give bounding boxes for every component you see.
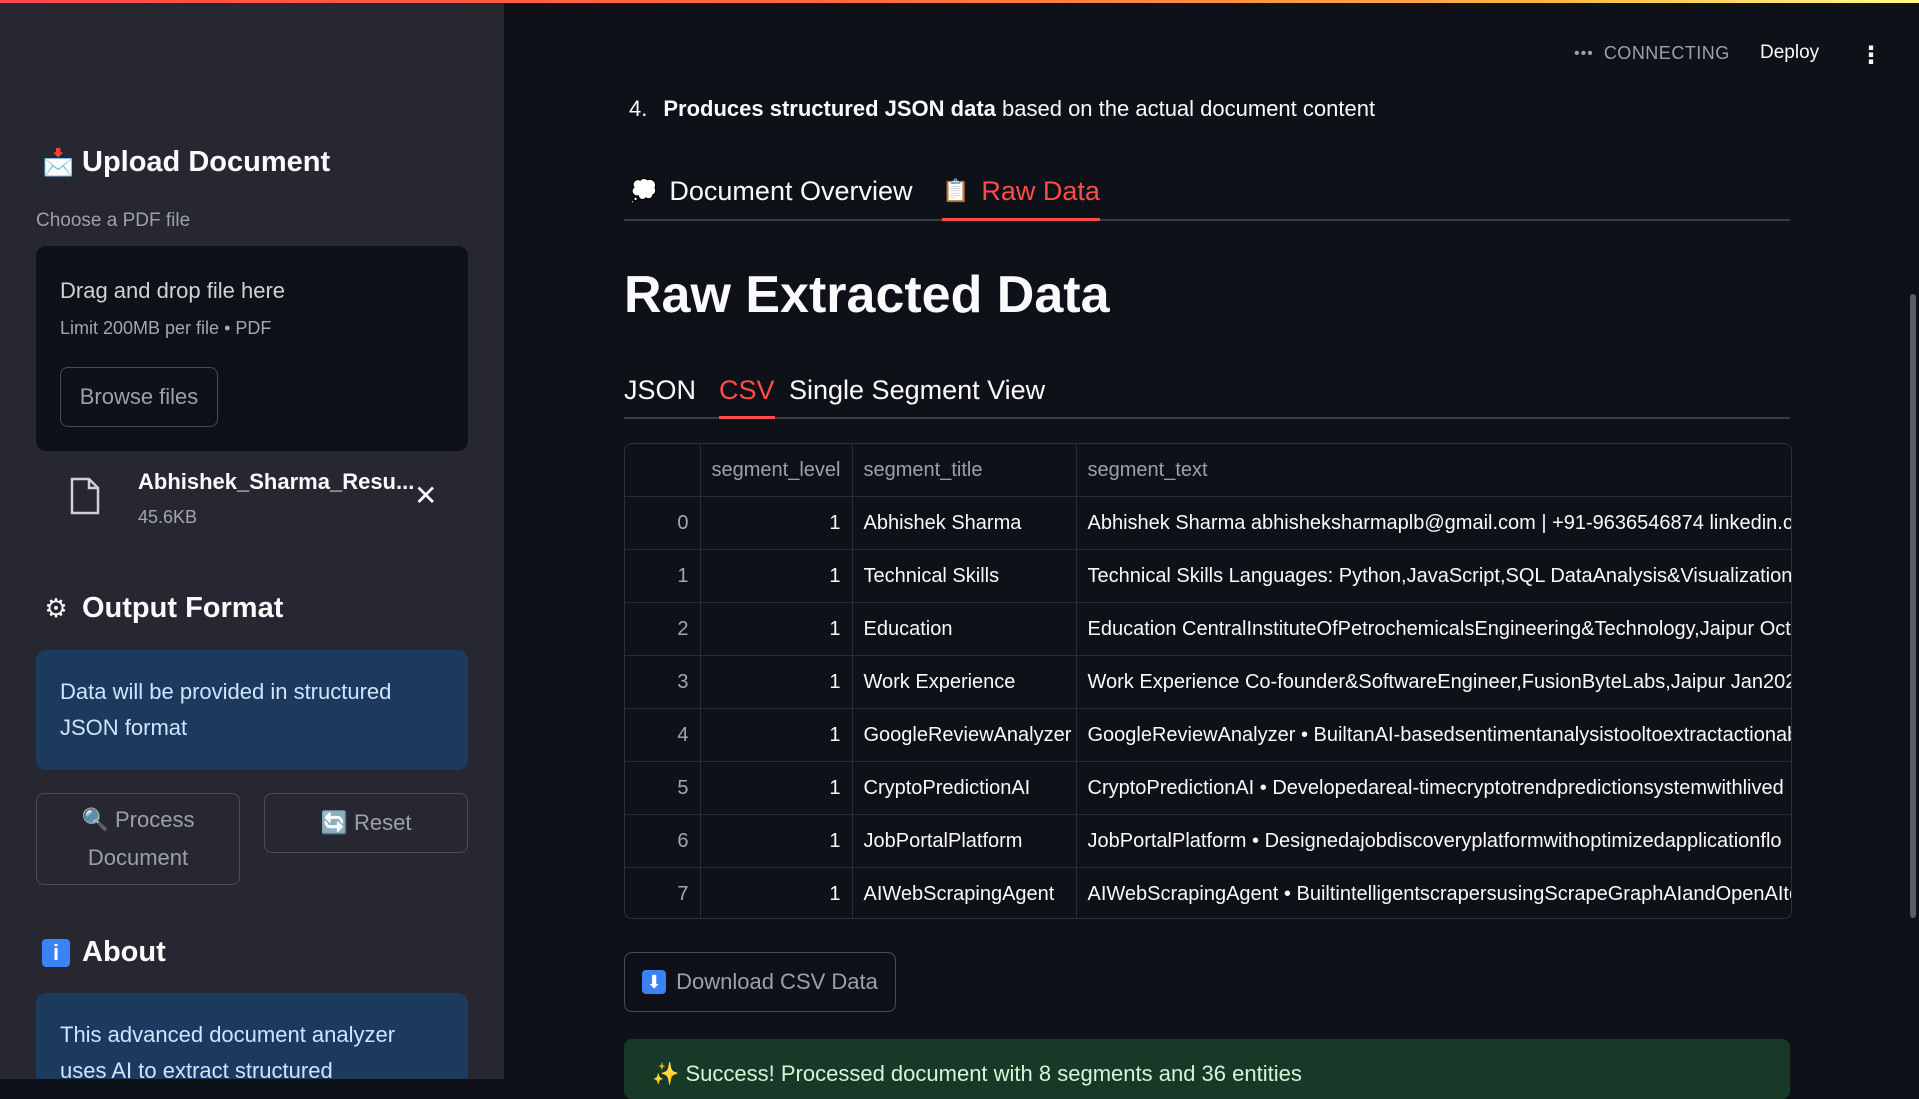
table-cell[interactable]: 1	[700, 867, 853, 918]
table-row: 6 1 JobPortalPlatform JobPortalPlatform …	[625, 814, 1791, 868]
table-cell[interactable]: GoogleReviewAnalyzer • BuiltanAI-basedse…	[1076, 708, 1791, 762]
table-row: 0 1 Abhishek Sharma Abhishek Sharma abhi…	[625, 496, 1791, 550]
download-csv-button[interactable]: ⬇ Download CSV Data	[624, 952, 896, 1012]
table-cell[interactable]: Work Experience Co-founder&SoftwareEngin…	[1076, 655, 1791, 709]
file-icon	[70, 477, 100, 515]
tab-document-overview[interactable]: 💭 Document Overview	[630, 163, 913, 219]
row-index: 3	[625, 655, 701, 709]
table-cell[interactable]: GoogleReviewAnalyzer	[852, 708, 1077, 762]
about-heading: i About	[42, 936, 166, 969]
table-cell[interactable]: Work Experience	[852, 655, 1077, 709]
column-header[interactable]: segment_text	[1076, 444, 1791, 497]
main-content: ••• CONNECTING Deploy ⋮ 4. Produces struc…	[504, 3, 1919, 1099]
uploaded-file: Abhishek_Sharma_Resu... 45.6KB ✕	[70, 469, 470, 539]
column-header	[625, 444, 701, 497]
gear-icon: ⚙	[44, 593, 68, 623]
table-row: 2 1 Education Education CentralInstitute…	[625, 602, 1791, 656]
main-tabs: 💭 Document Overview 📋 Raw Data	[624, 163, 1790, 221]
file-size: 45.6KB	[138, 507, 198, 527]
table-cell[interactable]: 1	[700, 496, 853, 550]
dropzone-title: Drag and drop file here	[60, 278, 286, 303]
table-row: 3 1 Work Experience Work Experience Co-f…	[625, 655, 1791, 709]
table-cell[interactable]: AIWebScrapingAgent • Builtintelligentscr…	[1076, 867, 1791, 918]
tab-single-segment-view[interactable]: Single Segment View	[789, 363, 1045, 417]
connection-status: ••• CONNECTING	[1574, 43, 1730, 63]
row-index: 6	[625, 814, 701, 868]
table-cell[interactable]: JobPortalPlatform • Designedajobdiscover…	[1076, 814, 1791, 868]
sidebar: 📩 Upload Document Choose a PDF file Drag…	[0, 3, 504, 1079]
table-cell[interactable]: JobPortalPlatform	[852, 814, 1077, 868]
row-index: 1	[625, 549, 701, 603]
row-index: 0	[625, 496, 701, 550]
file-name: Abhishek_Sharma_Resu...	[138, 469, 415, 494]
output-format-heading: ⚙ Output Format	[42, 592, 283, 625]
table-cell[interactable]: 1	[700, 761, 853, 815]
file-dropzone[interactable]: Drag and drop file here Limit 200MB per …	[36, 246, 468, 451]
table-header-row: segment_level segment_title segment_text	[625, 444, 1791, 497]
browse-files-button[interactable]: Browse files	[60, 367, 218, 427]
clipboard-icon: 📋	[942, 178, 970, 203]
output-info-box: Data will be provided in structured JSON…	[36, 650, 468, 770]
row-index: 7	[625, 867, 701, 918]
deploy-button[interactable]: Deploy	[1760, 42, 1819, 64]
table-row: 1 1 Technical Skills Technical Skills La…	[625, 549, 1791, 603]
tab-raw-data[interactable]: 📋 Raw Data	[942, 163, 1100, 221]
table-cell[interactable]: 1	[700, 602, 853, 656]
scrollbar-thumb[interactable]	[1910, 294, 1916, 918]
table-cell[interactable]: 1	[700, 655, 853, 709]
tab-json[interactable]: JSON	[624, 363, 696, 417]
page-title: Raw Extracted Data	[624, 266, 1110, 324]
table-cell[interactable]: 1	[700, 814, 853, 868]
success-message: ✨ Success! Processed document with 8 seg…	[624, 1039, 1790, 1099]
step-line: 4. Produces structured JSON data based on…	[629, 96, 1376, 121]
about-info-box: This advanced document analyzer uses AI …	[36, 993, 468, 1079]
reset-button[interactable]: 🔄 Reset	[264, 793, 468, 853]
row-index: 4	[625, 708, 701, 762]
table-cell[interactable]: Education	[852, 602, 1077, 656]
inbox-tray-icon: 📩	[42, 147, 75, 177]
table-cell[interactable]: 1	[700, 549, 853, 603]
info-icon: i	[42, 938, 70, 967]
close-icon[interactable]: ✕	[414, 479, 437, 512]
table-row: 5 1 CryptoPredictionAI CryptoPredictionA…	[625, 761, 1791, 815]
dropzone-limit: Limit 200MB per file • PDF	[60, 318, 272, 338]
table-row: 7 1 AIWebScrapingAgent AIWebScrapingAgen…	[625, 867, 1791, 918]
row-index: 5	[625, 761, 701, 815]
more-menu-icon[interactable]: ⋮	[1859, 41, 1883, 70]
table-cell[interactable]: Technical Skills	[852, 549, 1077, 603]
table-cell[interactable]: Abhishek Sharma abhisheksharmaplb@gmail.…	[1076, 496, 1791, 550]
table-cell[interactable]: Abhishek Sharma	[852, 496, 1077, 550]
format-tabs: JSON CSV Single Segment View	[624, 363, 1790, 419]
table-cell[interactable]: CryptoPredictionAI	[852, 761, 1077, 815]
dots-icon: •••	[1574, 44, 1594, 62]
table-cell[interactable]: AIWebScrapingAgent	[852, 867, 1077, 918]
table-cell[interactable]: Education CentralInstituteOfPetrochemica…	[1076, 602, 1791, 656]
choose-file-label: Choose a PDF file	[36, 210, 191, 231]
row-index: 2	[625, 602, 701, 656]
upload-heading: 📩 Upload Document	[42, 146, 331, 178]
table-cell[interactable]: CryptoPredictionAI • Developedareal-time…	[1076, 761, 1791, 815]
download-icon: ⬇	[642, 970, 667, 994]
table-row: 4 1 GoogleReviewAnalyzer GoogleReviewAna…	[625, 708, 1791, 762]
tab-csv[interactable]: CSV	[719, 363, 775, 419]
process-document-button[interactable]: 🔍 Process Document	[36, 793, 240, 885]
column-header[interactable]: segment_title	[852, 444, 1077, 497]
data-table[interactable]: segment_level segment_title segment_text…	[624, 443, 1792, 919]
table-cell[interactable]: 1	[700, 708, 853, 762]
table-cell[interactable]: Technical Skills Languages: Python,JavaS…	[1076, 549, 1791, 603]
thought-bubble-icon: 💭	[630, 178, 658, 203]
column-header[interactable]: segment_level	[700, 444, 853, 497]
